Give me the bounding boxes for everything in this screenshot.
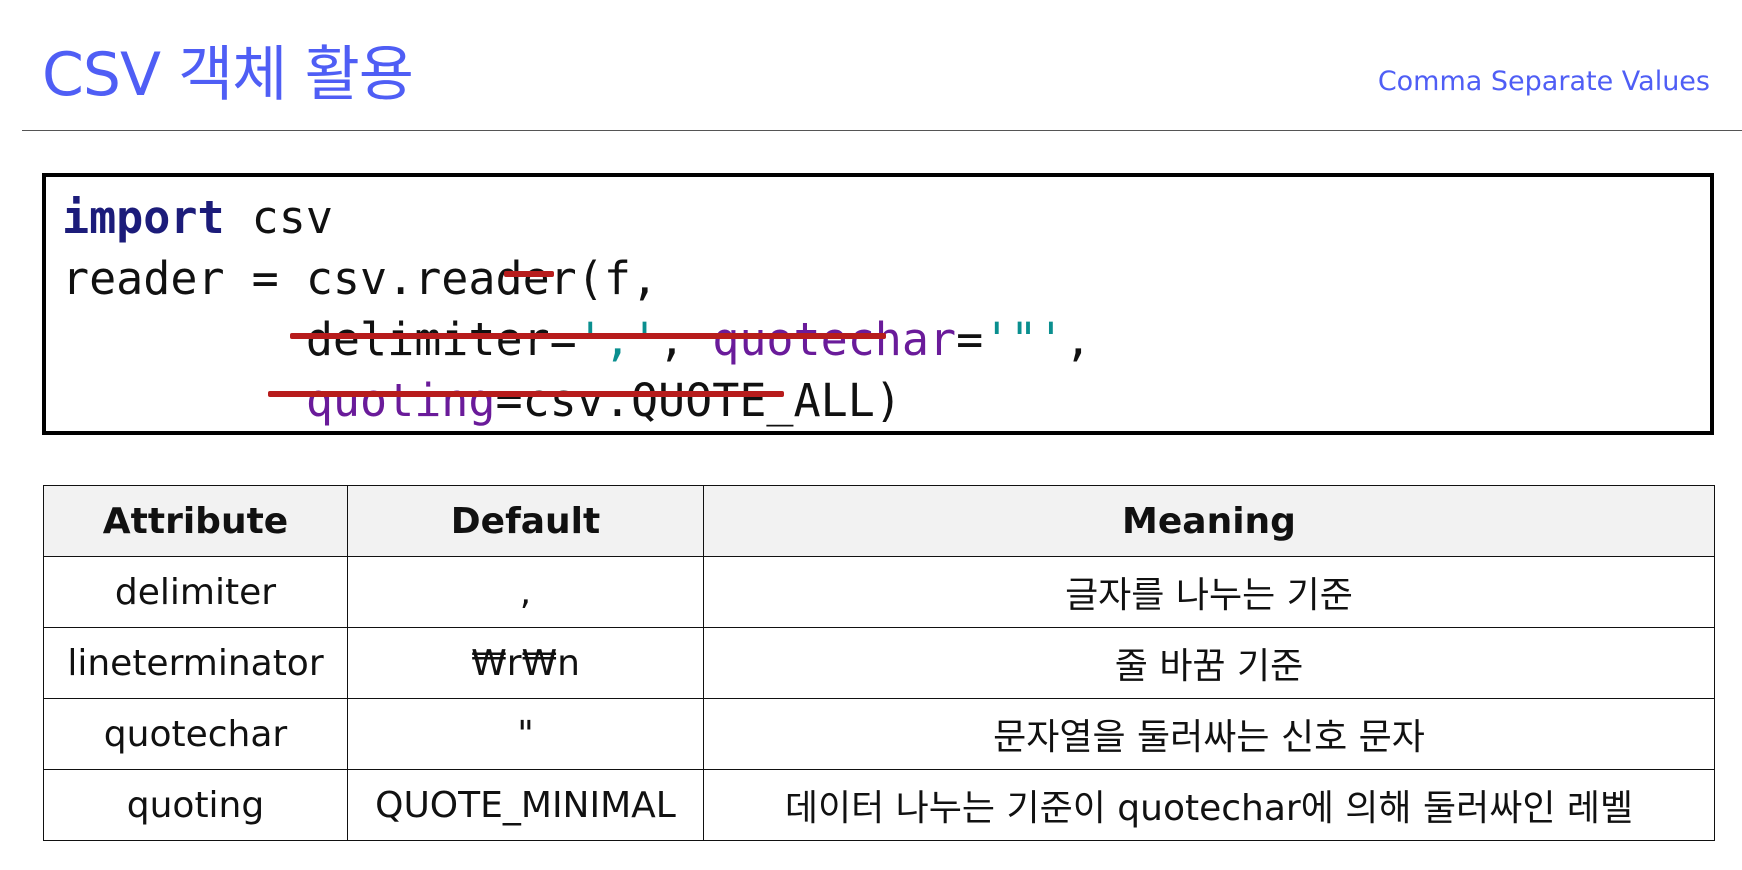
code-quotechar-value: '"' [983, 313, 1065, 366]
attribute-table: Attribute Default Meaning delimiter , 글자… [43, 485, 1715, 841]
header-meaning: Meaning [703, 485, 1715, 557]
table-row: delimiter , 글자를 나누는 기준 [43, 556, 1715, 628]
table-row: lineterminator ₩r₩n 줄 바꿈 기준 [43, 627, 1715, 699]
cell-attribute: quoting [43, 769, 348, 841]
code-separator: , [658, 313, 713, 366]
table-header-row: Attribute Default Meaning [43, 485, 1715, 557]
code-trailing-comma: , [1064, 313, 1092, 366]
code-indent-4 [62, 374, 306, 427]
table-row: quoting QUOTE_MINIMAL 데이터 나누는 기준이 quotec… [43, 769, 1715, 841]
page-subtitle: Comma Separate Values [1377, 66, 1710, 97]
code-quoting-value: =csv.QUOTE_ALL) [495, 374, 902, 427]
code-equals: = [956, 313, 984, 366]
header-attribute: Attribute [43, 485, 348, 557]
cell-meaning: 글자를 나누는 기준 [703, 556, 1715, 628]
cell-attribute: lineterminator [43, 627, 348, 699]
cell-default: , [347, 556, 704, 628]
code-module-name: csv [224, 191, 333, 244]
table-row: quotechar " 문자열을 둘러싸는 신호 문자 [43, 698, 1715, 770]
code-quotechar-param: quotechar [712, 313, 957, 366]
cell-attribute: quotechar [43, 698, 348, 770]
underline-delimiter-quotechar [290, 333, 886, 339]
code-block: import csv reader = csv.reader(f, delimi… [42, 173, 1714, 435]
cell-meaning: 데이터 나누는 기준이 quotechar에 의해 둘러싸인 레벨 [703, 769, 1715, 841]
code-indent-3 [62, 313, 306, 366]
header-default: Default [347, 485, 704, 557]
header-divider [22, 130, 1742, 131]
underline-quoting [268, 391, 784, 397]
code-import-keyword: import [62, 191, 225, 244]
cell-attribute: delimiter [43, 556, 348, 628]
code-delimiter-value: ',' [576, 313, 659, 366]
cell-default: " [347, 698, 704, 770]
code-delimiter-param: delimiter= [305, 313, 577, 366]
cell-meaning: 줄 바꿈 기준 [703, 627, 1715, 699]
code-quoting-param: quoting [305, 374, 496, 427]
cell-meaning: 문자열을 둘러싸는 신호 문자 [703, 698, 1715, 770]
cell-default: QUOTE_MINIMAL [347, 769, 704, 841]
code-line-2: reader = csv.reader(f, [62, 252, 659, 305]
underline-f-argument [504, 271, 554, 277]
page-title: CSV 객체 활용 [42, 40, 414, 110]
cell-default: ₩r₩n [347, 627, 704, 699]
